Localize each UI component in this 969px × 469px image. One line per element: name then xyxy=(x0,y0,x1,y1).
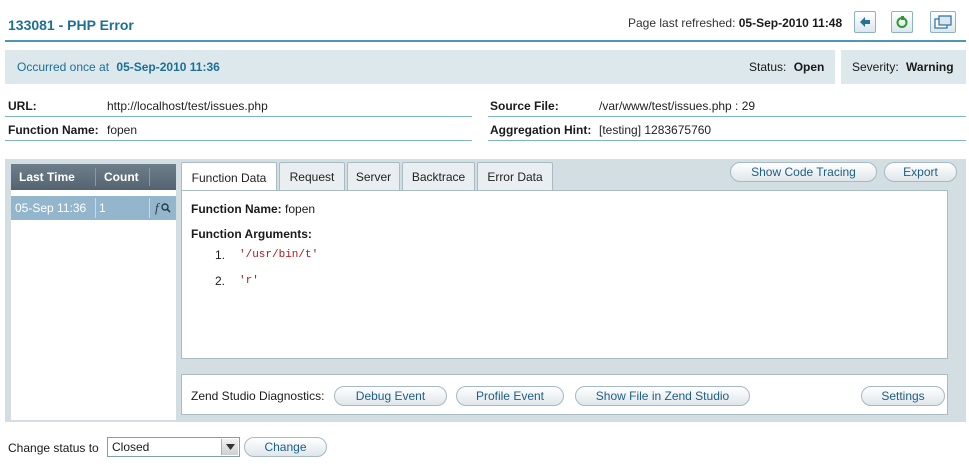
occurred-label: Occurred once at xyxy=(17,60,110,74)
tab-error-data[interactable]: Error Data xyxy=(477,162,553,190)
source-file-value: /var/www/test/issues.php : 29 xyxy=(599,99,756,113)
severity-info: Severity: Warning xyxy=(852,60,954,74)
diagnostics-label: Zend Studio Diagnostics: xyxy=(191,389,325,403)
aggregation-hint-value: [testing] 1283675760 xyxy=(599,123,712,137)
refresh-button[interactable] xyxy=(891,11,913,33)
page-title: 133081 - PHP Error xyxy=(8,17,134,33)
popout-window-icon xyxy=(934,15,952,29)
row-count: 1 xyxy=(99,201,106,215)
function-name-label: Function Name: xyxy=(8,123,99,137)
row-divider xyxy=(95,198,96,218)
column-count[interactable]: Count xyxy=(104,170,139,184)
chevron-down-icon xyxy=(221,439,238,455)
status-label: Status: xyxy=(749,60,787,74)
arg-value: 'r' xyxy=(239,275,259,287)
status-select-value: Closed xyxy=(112,440,150,454)
severity-value: Warning xyxy=(906,60,954,74)
settings-button[interactable]: Settings xyxy=(861,386,945,406)
severity-label: Severity: xyxy=(852,60,899,74)
fd-name-value: fopen xyxy=(285,202,316,216)
tab-function-data[interactable]: Function Data xyxy=(181,162,277,192)
change-status-button[interactable]: Change xyxy=(244,437,327,457)
aggregation-hint-label: Aggregation Hint: xyxy=(490,123,592,137)
status-select[interactable]: Closed xyxy=(107,437,240,457)
url-rule xyxy=(5,116,472,117)
show-code-tracing-button[interactable]: Show Code Tracing xyxy=(730,162,877,182)
popout-button[interactable] xyxy=(930,11,956,33)
back-arrow-icon xyxy=(860,17,870,27)
status-info: Status: Open xyxy=(749,60,824,74)
debug-event-button[interactable]: Debug Event xyxy=(334,386,447,406)
fd-name-label: Function Name: xyxy=(191,202,282,216)
status-value: Open xyxy=(793,60,825,74)
column-divider xyxy=(149,168,150,186)
back-button[interactable] xyxy=(854,11,876,33)
column-divider xyxy=(95,168,96,186)
source-rule xyxy=(488,116,966,117)
url-label: URL: xyxy=(8,99,37,113)
row-time: 05-Sep 11:36 xyxy=(15,201,87,215)
occurred-value: 05-Sep-2010 11:36 xyxy=(116,60,220,74)
tab-server[interactable]: Server xyxy=(347,162,400,190)
refresh-value: 05-Sep-2010 11:48 xyxy=(738,16,843,30)
show-file-in-zend-studio-button[interactable]: Show File in Zend Studio xyxy=(575,386,750,406)
export-button[interactable]: Export xyxy=(884,162,957,182)
hint-rule xyxy=(488,140,966,141)
occurrence-info: Occurred once at 05-Sep-2010 11:36 xyxy=(17,60,220,74)
arg-index: 2. xyxy=(215,274,226,288)
column-last-time[interactable]: Last Time xyxy=(19,170,75,184)
refresh-icon xyxy=(896,16,908,28)
url-value: http://localhost/test/issues.php xyxy=(107,99,268,113)
function-rule xyxy=(5,140,472,141)
title-divider xyxy=(5,40,966,42)
source-file-label: Source File: xyxy=(490,99,559,113)
row-action-button[interactable]: f xyxy=(153,199,173,217)
function-name-value: fopen xyxy=(107,123,138,137)
change-status-label: Change status to xyxy=(8,441,99,455)
profile-event-button[interactable]: Profile Event xyxy=(456,386,564,406)
last-refreshed: Page last refreshed: 05-Sep-2010 11:48 xyxy=(628,16,842,30)
refresh-label: Page last refreshed: xyxy=(628,16,736,30)
arg-value: '/usr/bin/t' xyxy=(239,249,319,261)
arg-index: 1. xyxy=(215,248,226,262)
row-divider xyxy=(149,198,150,218)
tab-backtrace[interactable]: Backtrace xyxy=(402,162,475,190)
svg-text:f: f xyxy=(155,200,161,215)
function-name-row: Function Name: fopen xyxy=(191,202,315,216)
fd-args-label: Function Arguments: xyxy=(191,227,312,241)
function-search-icon: f xyxy=(155,200,171,215)
tab-request[interactable]: Request xyxy=(279,162,345,190)
